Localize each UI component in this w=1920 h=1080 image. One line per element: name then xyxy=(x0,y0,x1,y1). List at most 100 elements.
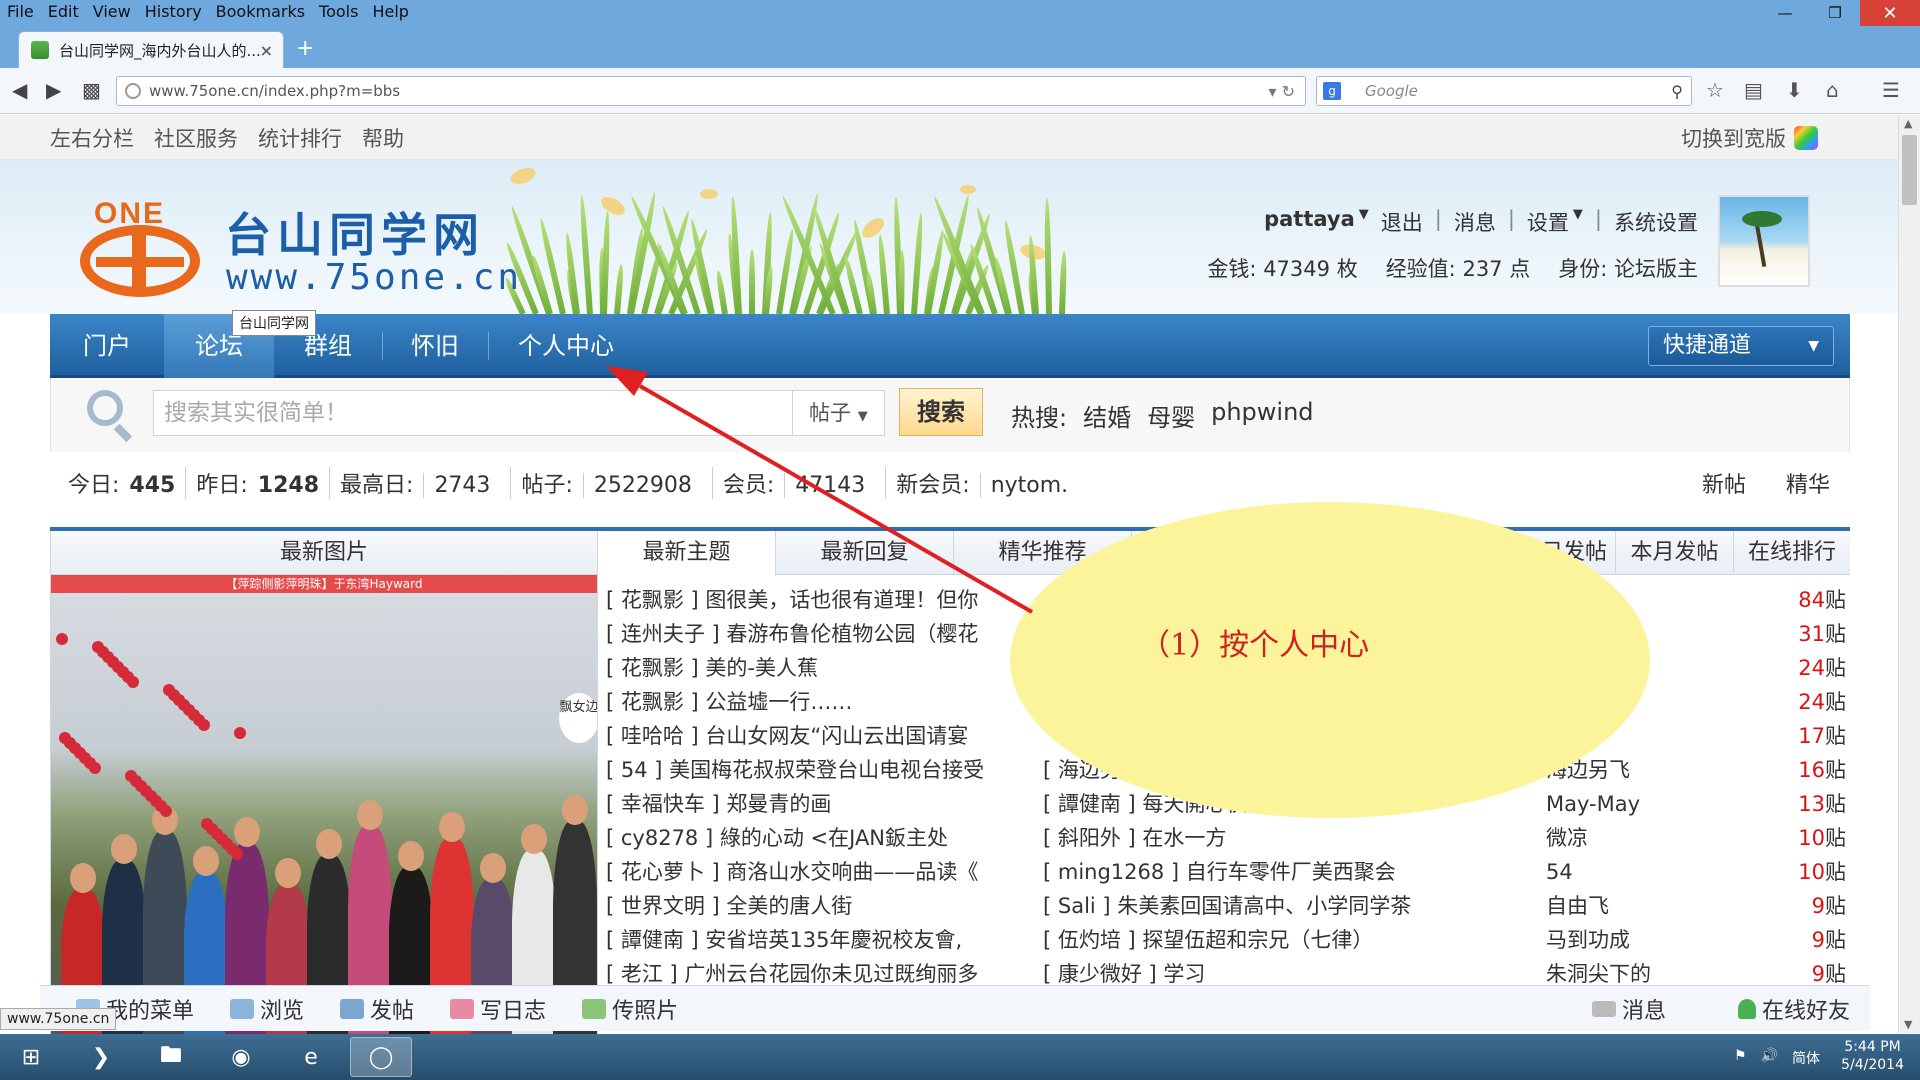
reply-category[interactable]: [ Sali ] xyxy=(1043,894,1117,918)
scroll-up-icon[interactable]: ▲ xyxy=(1904,117,1912,130)
search-button[interactable]: 搜索 xyxy=(899,388,983,436)
bottom-messages-button[interactable]: 消息 xyxy=(1591,993,1666,1025)
reply-row[interactable]: [ Sali ] 朱美素回国请高中、小学同学茶 xyxy=(1043,889,1443,923)
online-friends-button[interactable]: 在线好友 xyxy=(1737,993,1850,1025)
top-link-help[interactable]: 帮助 xyxy=(362,123,404,153)
nav-personal-center[interactable]: 个人中心 xyxy=(488,314,644,378)
web-search-box[interactable]: g Google ⚲ xyxy=(1316,76,1692,106)
reply-category[interactable]: [ 斜阳外 ] xyxy=(1043,826,1142,850)
reply-category[interactable]: [ 伍灼培 ] xyxy=(1043,928,1142,952)
reply-row[interactable]: [ ming1268 ] 自行车零件厂美西聚会 xyxy=(1043,855,1443,889)
menu-help[interactable]: Help xyxy=(365,0,415,24)
reply-category[interactable]: [ ming1268 ] xyxy=(1043,860,1186,884)
ranking-name[interactable]: 自由飞 xyxy=(1546,894,1609,918)
url-bar[interactable]: www.75one.cn/index.php?m=bbs ▾ ↻ xyxy=(116,76,1306,106)
reply-category[interactable]: [ 康少微好 ] xyxy=(1043,962,1163,986)
firefox-icon[interactable]: ◯ xyxy=(350,1037,412,1077)
ranking-name[interactable]: 朱洞尖下的 xyxy=(1546,962,1651,986)
topic-title[interactable]: 图很美，话也很有道理！但你 xyxy=(705,588,978,612)
tab-online-ranking[interactable]: 在线排行 xyxy=(1734,531,1850,575)
topic-title[interactable]: 綠的心动 <在JAN鈑主处 xyxy=(720,826,948,850)
post-button[interactable]: 发帖 xyxy=(340,993,414,1025)
topic-row[interactable]: [ 世界文明 ] 全美的唐人街 xyxy=(606,889,1006,923)
close-window-icon[interactable]: ✕ xyxy=(1860,0,1920,26)
top-link-split[interactable]: 左右分栏 xyxy=(50,123,134,153)
new-tab-icon[interactable]: + xyxy=(296,36,314,61)
browser-tab[interactable]: 台山同学网_海内外台山人的... × xyxy=(18,31,284,68)
messages-link[interactable]: 消息 xyxy=(1454,207,1496,237)
scroll-down-icon[interactable]: ▼ xyxy=(1904,1018,1912,1031)
switch-wide-link[interactable]: 切换到宽版 xyxy=(1681,123,1818,153)
topic-category[interactable]: [ 花飘影 ] xyxy=(606,588,705,612)
powershell-icon[interactable]: ❯ xyxy=(70,1037,132,1077)
top-link-services[interactable]: 社区服务 xyxy=(154,123,238,153)
ranking-name[interactable]: 马到功成 xyxy=(1546,928,1630,952)
group-photo[interactable]: 飘女边 xyxy=(51,593,597,1035)
ranking-name[interactable]: 54 xyxy=(1546,860,1573,884)
reply-row[interactable]: [ 伍灼培 ] 探望伍超和宗兄（七律） xyxy=(1043,923,1443,957)
menu-edit[interactable]: Edit xyxy=(41,0,86,24)
internet-explorer-icon[interactable]: e xyxy=(280,1037,342,1077)
tab-month-posts[interactable]: 本月发帖 xyxy=(1616,531,1734,575)
topic-row[interactable]: [ 54 ] 美国梅花叔叔荣登台山电视台接受 xyxy=(606,753,1006,787)
nav-nostalgia[interactable]: 怀旧 xyxy=(382,314,488,378)
hamburger-menu-icon[interactable]: ☰ xyxy=(1882,78,1900,102)
topic-row[interactable]: [ 譚健南 ] 安省培英135年慶祝校友會, xyxy=(606,923,1006,957)
topic-title[interactable]: 美国梅花叔叔荣登台山电视台接受 xyxy=(669,758,984,782)
topic-category[interactable]: [ 花飘影 ] xyxy=(606,656,705,680)
topic-title[interactable]: 安省培英135年慶祝校友會, xyxy=(705,928,962,952)
clock[interactable]: 5:44 PM 5/4/2014 xyxy=(1841,1038,1904,1074)
topic-row[interactable]: [ 花飘影 ] 图很美，话也很有道理！但你 xyxy=(606,583,1006,617)
search-type-select[interactable]: 帖子 ▼ xyxy=(793,390,885,436)
file-explorer-icon[interactable]: 🖿 xyxy=(140,1037,202,1077)
topic-category[interactable]: [ 世界文明 ] xyxy=(606,894,726,918)
bookmark-star-icon[interactable]: ☆ xyxy=(1706,78,1724,102)
ime-indicator[interactable]: 简体 xyxy=(1792,1048,1820,1068)
reply-title[interactable]: 朱美素回国请高中、小学同学茶 xyxy=(1117,894,1411,918)
topic-category[interactable]: [ 譚健南 ] xyxy=(606,928,705,952)
start-button[interactable]: ⊞ xyxy=(0,1037,62,1077)
topic-row[interactable]: [ 哇哈哈 ] 台山女网友“闪山云出国请宴 xyxy=(606,719,1006,753)
topic-title[interactable]: 美的-美人蕉 xyxy=(705,656,818,680)
home-icon[interactable]: ⌂ xyxy=(1826,78,1839,102)
back-icon[interactable]: ◀ xyxy=(12,78,27,102)
topic-title[interactable]: 广州云台花园你未见过既绚丽多 xyxy=(684,962,978,986)
upload-photo-button[interactable]: 传照片 xyxy=(582,993,678,1025)
new-posts-link[interactable]: 新帖 xyxy=(1702,467,1746,499)
menu-file[interactable]: File xyxy=(0,0,41,24)
topic-title[interactable]: 台山女网友“闪山云出国请宴 xyxy=(705,724,968,748)
featured-link[interactable]: 精华 xyxy=(1786,467,1830,499)
volume-icon[interactable]: 🔊 xyxy=(1761,1048,1778,1068)
minimize-icon[interactable]: — xyxy=(1760,0,1810,26)
hot-term[interactable]: 母婴 xyxy=(1147,398,1195,433)
reply-title[interactable]: 在水一方 xyxy=(1142,826,1226,850)
topic-title[interactable]: 公益墟一行…… xyxy=(705,690,852,714)
settings-link[interactable]: 设置 xyxy=(1527,207,1569,237)
ranking-name[interactable]: May-May xyxy=(1546,792,1640,816)
topic-category[interactable]: [ 幸福快车 ] xyxy=(606,792,726,816)
tab-latest-topics[interactable]: 最新主题 xyxy=(598,531,776,576)
topic-category[interactable]: [ 花心萝卜 ] xyxy=(606,860,726,884)
magnifier-icon[interactable]: ⚲ xyxy=(1671,82,1683,101)
hot-term[interactable]: phpwind xyxy=(1211,398,1313,433)
reply-category[interactable]: [ 譚健南 ] xyxy=(1043,792,1142,816)
tab-close-icon[interactable]: × xyxy=(260,41,273,60)
menu-tools[interactable]: Tools xyxy=(312,0,365,24)
chevron-down-icon[interactable]: ▼ xyxy=(1359,207,1369,237)
topic-category[interactable]: [ 哇哈哈 ] xyxy=(606,724,705,748)
nav-portal[interactable]: 门户 xyxy=(50,314,164,378)
reply-row[interactable]: [ 斜阳外 ] 在水一方 xyxy=(1043,821,1443,855)
ranking-name[interactable]: 微凉 xyxy=(1546,826,1588,850)
reply-title[interactable]: 自行车零件厂美西聚会 xyxy=(1186,860,1396,884)
topic-row[interactable]: [ 幸福快车 ] 郑曼青的画 xyxy=(606,787,1006,821)
search-input[interactable]: 搜索其实很简单！ xyxy=(153,390,793,436)
reply-title[interactable]: 探望伍超和宗兄（七律） xyxy=(1142,928,1373,952)
hot-term[interactable]: 结婚 xyxy=(1083,398,1131,433)
menu-view[interactable]: View xyxy=(86,0,138,24)
chevron-down-icon[interactable]: ▼ xyxy=(1573,207,1583,237)
topic-row[interactable]: [ 花飘影 ] 公益墟一行…… xyxy=(606,685,1006,719)
username-link[interactable]: pattaya xyxy=(1264,207,1355,237)
topic-category[interactable]: [ 老江 ] xyxy=(606,962,684,986)
write-diary-button[interactable]: 写日志 xyxy=(450,993,546,1025)
topic-category[interactable]: [ 连州夫子 ] xyxy=(606,622,726,646)
